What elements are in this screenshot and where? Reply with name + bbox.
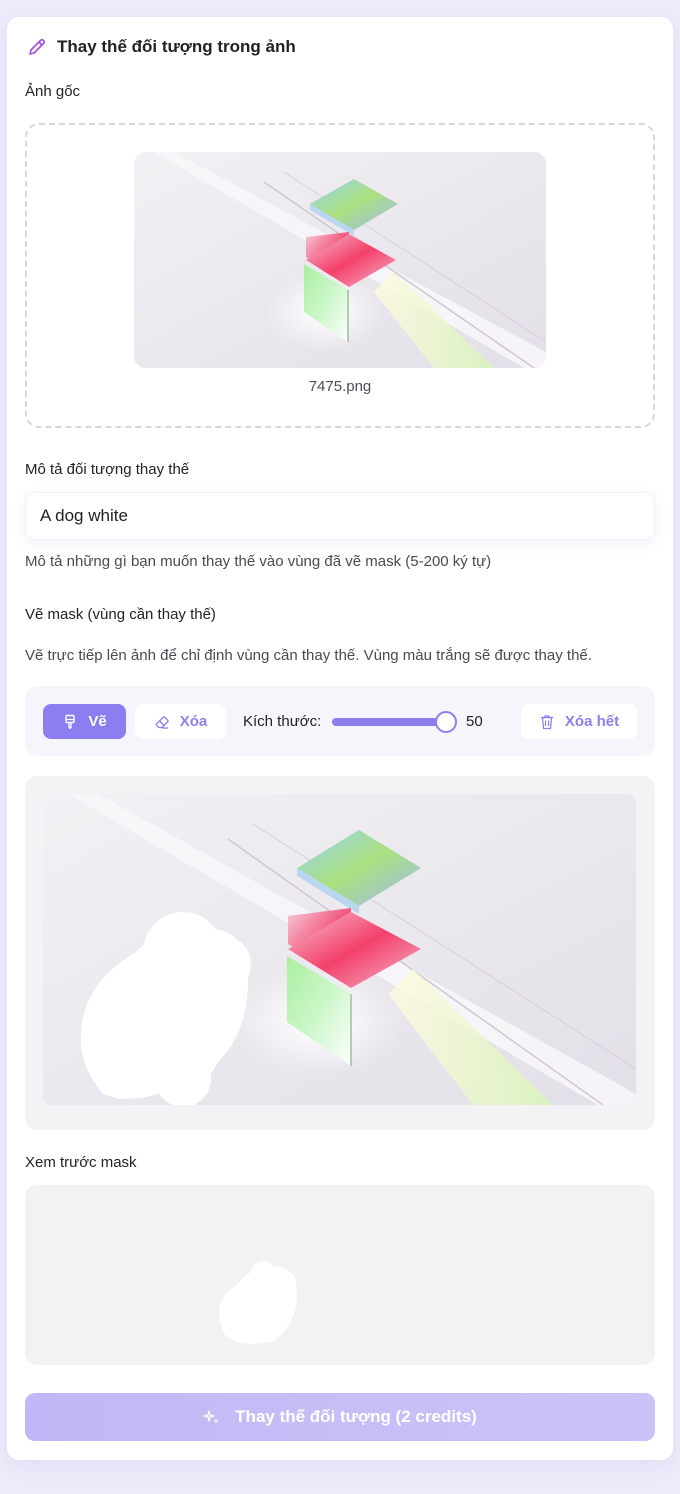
brush-size-slider[interactable] bbox=[332, 711, 457, 733]
brush-size-slider-thumb[interactable] bbox=[435, 711, 457, 733]
original-image-label: Ảnh gốc bbox=[25, 83, 81, 100]
original-image-thumbnail bbox=[134, 152, 546, 368]
draw-button-label: Vẽ bbox=[88, 713, 107, 730]
mask-preview bbox=[25, 1185, 655, 1365]
pencil-icon bbox=[29, 38, 46, 55]
clear-all-label: Xóa hết bbox=[564, 713, 620, 730]
description-hint: Mô tả những gì bạn muốn thay thế vào vùn… bbox=[25, 553, 492, 570]
mask-preview-shape bbox=[219, 1261, 298, 1344]
replace-object-submit-button[interactable]: Thay thế đối tượng (2 credits) bbox=[25, 1393, 655, 1441]
erase-button-label: Xóa bbox=[179, 713, 208, 730]
card-header: Thay thế đối tượng trong ảnh bbox=[27, 37, 296, 57]
mask-preview-label: Xem trước mask bbox=[25, 1154, 137, 1171]
card-title: Thay thế đối tượng trong ảnh bbox=[57, 37, 296, 56]
erase-button[interactable]: Xóa bbox=[135, 704, 226, 739]
mask-drawing-canvas[interactable] bbox=[43, 794, 636, 1105]
trash-icon bbox=[540, 714, 553, 729]
sparkles-icon bbox=[203, 1410, 220, 1424]
eraser-icon bbox=[155, 715, 169, 729]
brush-size-label: Kích thước: bbox=[243, 713, 322, 730]
original-filename: 7475.png bbox=[308, 378, 372, 395]
mask-toolbar: Vẽ Xóa Kích thước: 50 Xóa hết bbox=[25, 686, 655, 756]
description-input[interactable] bbox=[25, 492, 655, 540]
brush-size-slider-fill bbox=[332, 718, 446, 726]
mask-canvas-container bbox=[25, 776, 655, 1130]
submit-button-label: Thay thế đối tượng (2 credits) bbox=[235, 1407, 477, 1426]
brush-size-value: 50 bbox=[466, 713, 483, 730]
description-label: Mô tả đối tượng thay thế bbox=[25, 461, 190, 478]
brush-icon bbox=[65, 714, 76, 729]
mask-hint: Vẽ trực tiếp lên ảnh để chỉ định vùng cầ… bbox=[25, 647, 592, 664]
replace-object-card: Thay thế đối tượng trong ảnh Ảnh gốc 747… bbox=[7, 17, 673, 1460]
image-upload-zone[interactable]: 7475.png bbox=[25, 123, 655, 428]
clear-all-button[interactable]: Xóa hết bbox=[521, 704, 637, 739]
draw-button[interactable]: Vẽ bbox=[43, 704, 126, 739]
mask-label: Vẽ mask (vùng cần thay thế) bbox=[25, 606, 216, 623]
